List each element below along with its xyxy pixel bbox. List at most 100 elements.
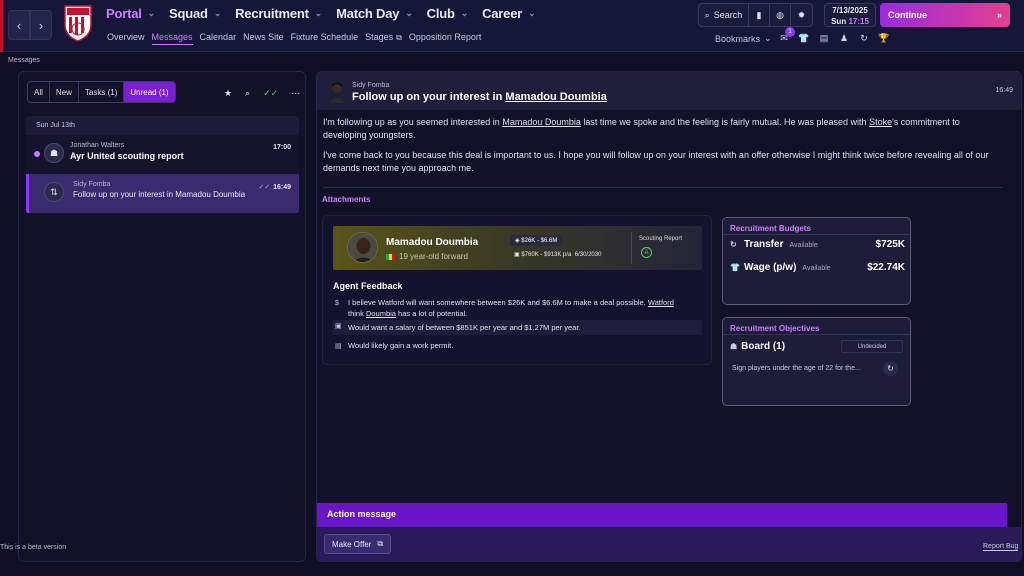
filter-tasks[interactable]: Tasks (1) [79, 82, 125, 102]
day-text: Sun [831, 17, 847, 26]
submenu-fixture-schedule[interactable]: Fixture Schedule [291, 32, 359, 45]
trophy-shortcut[interactable]: 🏆 [878, 32, 890, 44]
time-text: 17:15 [848, 17, 869, 26]
read-check-icon: ✓✓ [258, 184, 271, 191]
feedback-text: think [348, 309, 364, 318]
continue-label: Continue [888, 10, 927, 20]
transfers-shortcut[interactable]: ↻ [858, 32, 870, 44]
list-item[interactable]: ☗ Jonathan Walters Ayr United scouting r… [26, 135, 299, 174]
club-link[interactable]: Stoke [869, 117, 892, 127]
club-link[interactable]: Watford [648, 298, 674, 307]
player-portrait [348, 233, 377, 262]
submenu-opposition-report[interactable]: Opposition Report [409, 32, 482, 45]
player-photo [347, 232, 378, 263]
submenu-news-site[interactable]: News Site [243, 32, 284, 45]
message-list-panel: All New Tasks (1) Unread (1) ★ ⌕ ✓✓ ⋯ Su… [18, 71, 306, 562]
document-icon: ▤ [819, 32, 829, 43]
chevron-down-icon: ⌄ [405, 8, 413, 18]
more-icon[interactable]: ⋯ [291, 88, 300, 99]
divider [723, 334, 910, 335]
date-text: 7/13/2025 [832, 6, 868, 15]
filter-unread[interactable]: Unread (1) [124, 82, 175, 102]
feedback-line: $ I believe Watford will want somewhere … [333, 297, 702, 319]
menu-club[interactable]: Club ⌄ [427, 6, 469, 21]
board-objective: ☗ Board (1) [730, 341, 785, 352]
menu-label: Career [482, 6, 523, 21]
menu-match-day[interactable]: Match Day ⌄ [336, 6, 413, 21]
menu-career[interactable]: Career ⌄ [482, 6, 536, 21]
gear-icon: ✹ [797, 9, 806, 20]
bookmarks-label: Bookmarks [715, 33, 761, 44]
scout-grade[interactable]: A [641, 247, 652, 258]
menu-squad[interactable]: Squad ⌄ [169, 6, 221, 21]
search-button[interactable]: ⌕ Search [699, 4, 749, 26]
message-header: Sidy Fomba Follow up on your interest in… [317, 72, 1021, 110]
unread-badge: 1 [785, 27, 795, 37]
submenu-stages[interactable]: Stages ⧉ [365, 32, 402, 45]
settings-button[interactable]: ✹ [791, 4, 812, 26]
action-area: Make Offer ⧉ [317, 527, 1021, 561]
staff-shortcut[interactable]: ♟ [838, 32, 850, 44]
game-date[interactable]: 7/13/2025 Sun 17:15 [824, 3, 876, 27]
star-icon[interactable]: ★ [224, 88, 232, 99]
squad-shortcut[interactable]: 👕 [798, 32, 810, 44]
chevron-down-icon: ⌄ [147, 8, 156, 18]
world-button[interactable]: ◍ [770, 4, 791, 26]
filter-all[interactable]: All [28, 82, 50, 102]
continue-button[interactable]: Continue » [880, 3, 1010, 27]
recruitment-objectives: Recruitment Objectives ☗ Board (1) Undeci… [722, 317, 911, 406]
make-offer-button[interactable]: Make Offer ⧉ [324, 534, 392, 554]
wage-budget: 👕 Wage (p/w) Available $22.74K [730, 262, 905, 273]
chevron-down-icon: ⌄ [528, 8, 536, 18]
report-bug-link[interactable]: Report Bug [983, 543, 1019, 551]
message-subject: Follow up on your interest in Mamadou Do… [73, 190, 246, 199]
transfer-available: Available [789, 242, 818, 249]
report-shortcut[interactable]: ▤ [818, 32, 830, 44]
bookmark-button[interactable]: ▮ [749, 4, 770, 26]
filter-new[interactable]: New [50, 82, 79, 102]
inbox-shortcut[interactable]: ✉ 1 [778, 27, 795, 44]
contract-icon: ▣ [514, 252, 520, 258]
submenu-messages[interactable]: Messages [151, 32, 193, 45]
player-link[interactable]: Mamadou Doumbia [502, 117, 581, 127]
message-time: 16:49 [273, 184, 291, 191]
message-filters: All New Tasks (1) Unread (1) [27, 81, 176, 103]
subject-text: Follow up on your interest in [352, 91, 503, 103]
submenu-calendar[interactable]: Calendar [200, 32, 237, 45]
price-tag-icon: ◈ [515, 238, 520, 244]
scout-icon: ☗ [44, 143, 64, 163]
player-banner[interactable]: Mamadou Doumbia 19 year-old forward ◈ $2… [333, 226, 702, 270]
value-badge: ◈ $26K - $6.6M [510, 235, 563, 246]
player-link[interactable]: Doumbia [366, 309, 396, 318]
transfer-budget: ↻ Transfer Available $725K [730, 239, 905, 250]
history-nav: ‹ › [8, 10, 52, 40]
board-label: Board (1) [741, 341, 786, 352]
club-crest-icon[interactable] [62, 3, 94, 43]
feedback-text: I believe Watford will want somewhere be… [348, 298, 646, 307]
player-link[interactable]: Mamadou Doumbia [505, 91, 606, 103]
list-item-selected[interactable]: ⇅ Sidy Fomba Follow up on your interest … [26, 174, 299, 213]
money-icon: $ [335, 300, 339, 307]
message-sender: Sidy Fomba [352, 82, 390, 89]
refresh-button[interactable]: ↻ [883, 361, 898, 376]
menu-portal[interactable]: Portal ⌄ [106, 6, 155, 21]
double-check-icon[interactable]: ✓✓ [263, 88, 278, 99]
objective-status: Undecided [841, 340, 903, 353]
quick-links: ✉ 1 👕 ▤ ♟ ↻ 🏆 [778, 27, 890, 44]
menu-recruitment[interactable]: Recruitment ⌄ [235, 6, 322, 21]
submenu-overview[interactable]: Overview [107, 32, 145, 45]
shirt-icon: 👕 [730, 263, 740, 272]
bookmarks-dropdown[interactable]: Bookmarks ⌄ [715, 33, 772, 44]
forward-button[interactable]: › [30, 10, 52, 40]
trophy-icon: 🏆 [878, 32, 890, 43]
body-text: I'm following up as you seemed intereste… [323, 117, 500, 127]
mali-flag-icon [386, 253, 395, 260]
body-paragraph: I've come back to you because this deal … [323, 150, 989, 173]
body-text: last time we spoke and the feeling is fa… [583, 117, 867, 127]
menu-label: Squad [169, 6, 208, 21]
search-icon[interactable]: ⌕ [245, 88, 250, 99]
message-sender: Sidy Fomba [73, 181, 111, 188]
player-attachment-card: Mamadou Doumbia 19 year-old forward ◈ $2… [322, 215, 712, 365]
budgets-title: Recruitment Budgets [730, 224, 811, 233]
back-button[interactable]: ‹ [8, 10, 30, 40]
